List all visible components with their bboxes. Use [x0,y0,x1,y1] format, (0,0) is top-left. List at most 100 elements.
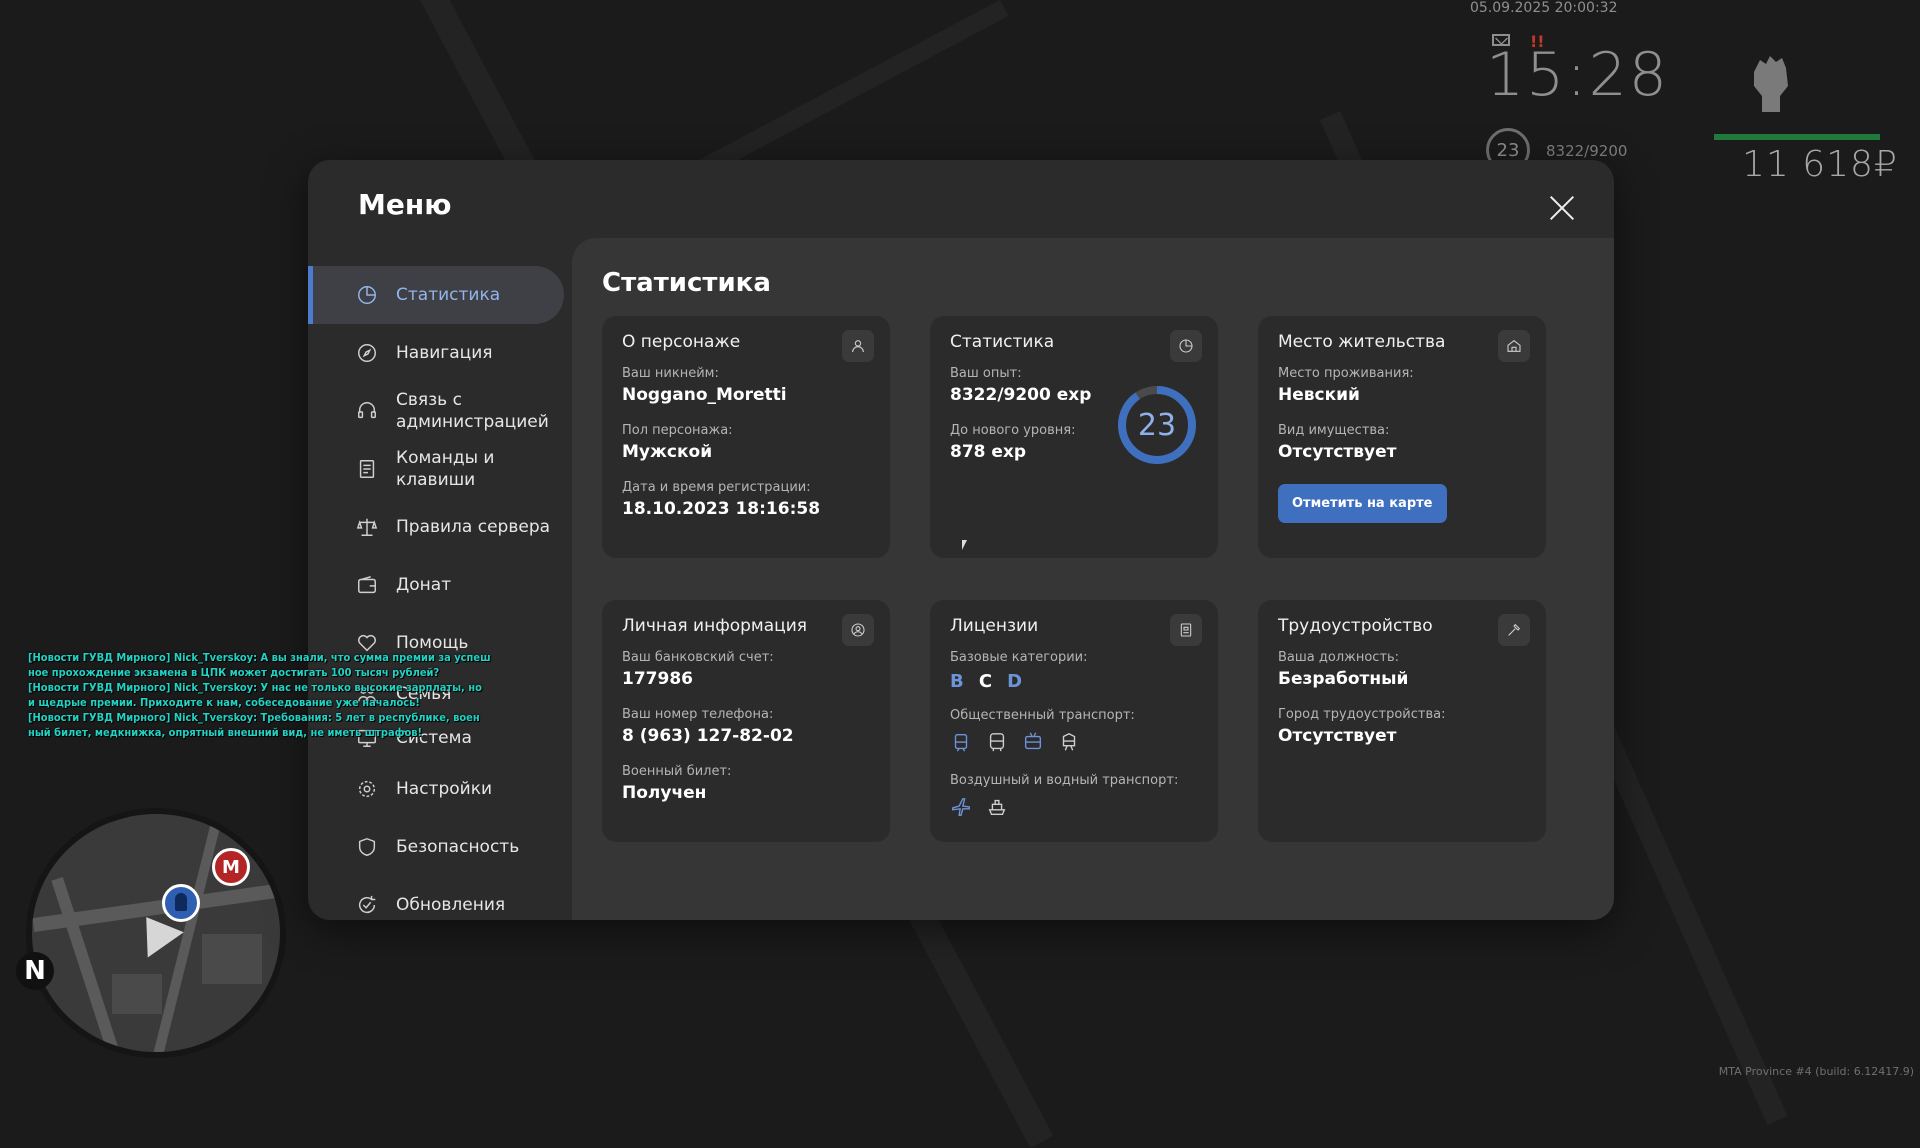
headset-icon [356,400,378,422]
license-icon [1170,614,1202,646]
field-label: Военный билет: [622,764,732,779]
field-label: Пол персонажа: [622,423,733,438]
sidebar-item-label: Статистика [396,285,501,305]
mark-on-map-button[interactable]: Отметить на карте [1278,484,1447,523]
field-label: Общественный транспорт: [950,708,1135,723]
sidebar-item-admin-contact[interactable]: Связь с администрацией [308,382,564,440]
plane-icon [950,796,972,822]
residence-value: Невский [1278,385,1360,405]
card-title: Личная информация [622,616,808,636]
gender-value: Мужской [622,442,713,462]
content-panel: Статистика О персонаже Ваш никнейм: Nogg… [572,238,1614,920]
chat-line: и щедрые премии. Приходите к нам, собесе… [28,696,420,709]
sidebar-item-label: Связь с администрацией [396,390,549,432]
sidebar-item-statistics[interactable]: Статистика [308,266,564,324]
bank-account-value: 177986 [622,669,693,689]
shield-icon [356,836,378,858]
card-residence: Место жительства Место проживания: Невск… [1258,316,1546,558]
fist-icon [1746,52,1794,116]
chat-line: [Новости ГУВД Мирного] Nick_Tverskoy: У … [28,681,482,694]
field-label: Город трудоустройства: [1278,707,1446,722]
sidebar-item-donate[interactable]: Донат [308,556,564,614]
sidebar-item-updates[interactable]: Обновления [308,876,564,920]
build-info: MTA Province #4 (build: 6.12417.9) [1718,1065,1914,1078]
scales-icon [356,516,378,538]
minimap-road [51,877,125,1052]
field-label: Базовые категории: [950,650,1088,665]
trolleybus-icon [1022,731,1044,757]
card-employment: Трудоустройство Ваша должность: Безработ… [1258,600,1546,842]
sidebar-item-label: Донат [396,575,452,595]
air-water-transport-icons [950,796,1198,822]
field-label: Ваш опыт: [950,366,1022,381]
chat-line: [Новости ГУВД Мирного] Nick_Tverskoy: А … [28,651,491,664]
hud-datetime: 05.09.2025 20:00:32 [1470,0,1618,16]
field-label: Место проживания: [1278,366,1414,381]
tram-icon [950,731,972,757]
field-label: Ваша должность: [1278,650,1400,665]
card-character: О персонаже Ваш никнейм: Noggano_Moretti… [602,316,890,558]
public-transport-icons [950,731,1198,757]
health-bar [1714,134,1880,140]
card-title: Трудоустройство [1278,616,1433,636]
sidebar-item-settings[interactable]: Настройки [308,760,564,818]
hud-money: 11 618₽ [1742,144,1898,185]
refresh-icon [356,894,378,916]
train-icon [1058,731,1080,757]
sidebar: Статистика Навигация Связь с администрац… [308,266,564,920]
hud-clock: 15:28 [1486,40,1669,110]
metro-icon: М [212,848,250,886]
pie-chart-icon [1170,330,1202,362]
gear-icon [356,778,378,800]
sidebar-item-label: Навигация [396,343,493,363]
chat-line: ное прохождение экзамена в ЦПК может дос… [28,666,440,679]
property-value: Отсутствует [1278,442,1397,462]
hammer-icon [1498,614,1530,646]
minimap-block [112,974,162,1014]
card-personal-info: Личная информация Ваш банковский счет: 1… [602,600,890,842]
registration-value: 18.10.2023 18:16:58 [622,499,821,519]
license-category-c: C [978,671,993,692]
job-city-value: Отсутствует [1278,726,1397,746]
wallet-icon [356,574,378,596]
chat-log: [Новости ГУВД Мирного] Nick_Tverskoy: А … [28,650,508,740]
card-title: О персонаже [622,332,741,352]
position-value: Безработный [1278,669,1409,689]
field-label: Ваш номер телефона: [622,707,774,722]
card-title: Лицензии [950,616,1039,636]
military-id-value: Получен [622,783,707,803]
sidebar-item-commands[interactable]: Команды и клавиши [308,440,564,498]
close-button[interactable] [1546,192,1578,224]
minimap-block [202,934,262,984]
sidebar-item-security[interactable]: Безопасность [308,818,564,876]
field-label: Ваш банковский счет: [622,650,774,665]
phone-value: 8 (963) 127-82-02 [622,726,794,746]
sidebar-item-label: Команды и клавиши [396,448,495,490]
license-category-b: B [950,671,964,692]
sidebar-item-navigation[interactable]: Навигация [308,324,564,382]
ship-icon [986,796,1008,822]
content-title: Статистика [602,268,771,298]
bus-icon [986,731,1008,757]
user-icon [842,330,874,362]
menu-title: Меню [358,188,452,221]
user-circle-icon [842,614,874,646]
sidebar-item-label: Правила сервера [396,517,551,537]
license-category-d: D [1007,671,1023,692]
mouse-cursor [962,540,967,550]
field-label: Ваш никнейм: [622,366,719,381]
sidebar-item-label: Обновления [396,895,506,915]
sidebar-item-rules[interactable]: Правила сервера [308,498,564,556]
card-licenses: Лицензии Базовые категории: B C D Общест… [930,600,1218,842]
chat-line: [Новости ГУВД Мирного] Nick_Tverskoy: Тр… [28,711,480,724]
house-icon [1498,330,1530,362]
field-label: Вид имущества: [1278,423,1390,438]
level-number: 23 [1137,407,1177,443]
card-statistics: Статистика Ваш опыт: 8322/9200 exp До но… [930,316,1218,558]
nickname-value: Noggano_Moretti [622,385,787,405]
north-indicator: N [16,952,54,990]
card-title: Место жительства [1278,332,1446,352]
field-label: Воздушный и водный транспорт: [950,773,1179,788]
sidebar-item-label: Настройки [396,779,493,799]
chat-line: ный билет, медкнижка, опрятный внешний в… [28,726,423,739]
